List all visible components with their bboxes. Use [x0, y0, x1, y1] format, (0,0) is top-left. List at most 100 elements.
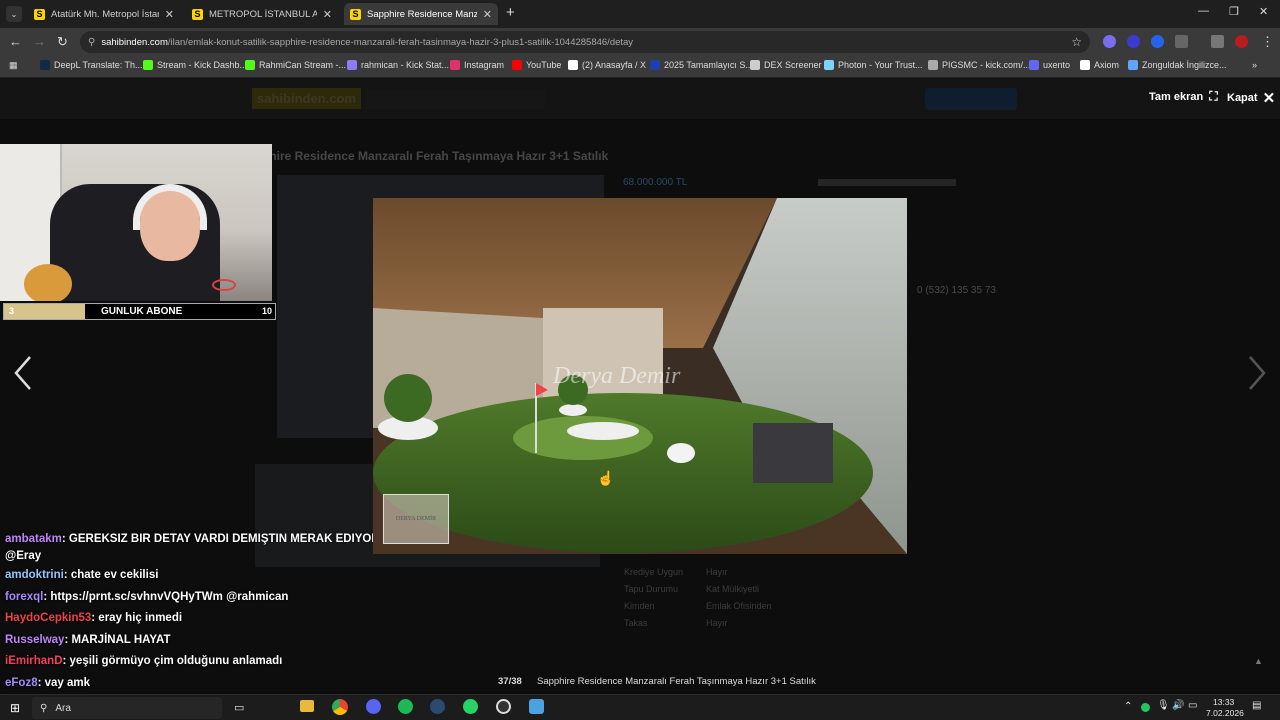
bookmark-label: rahmican - Kick Stat...	[361, 60, 450, 70]
steam-icon[interactable]	[430, 699, 445, 714]
bookmark-label: RahmiCan Stream -...	[259, 60, 347, 70]
close-viewer-button[interactable]: Kapat ✕	[1227, 89, 1275, 107]
extension-3-icon[interactable]	[1151, 35, 1164, 48]
bookmark-item[interactable]: RahmiCan Stream -...	[245, 60, 346, 70]
new-tab-button[interactable]: +	[506, 4, 515, 21]
bookmark-label: Photon - Your Trust...	[838, 60, 923, 70]
taskbar-search[interactable]: ⚲ Ara	[32, 697, 222, 719]
sand-trap	[567, 422, 639, 440]
tab-title: Atatürk Mh. Metropol İstanbul A	[51, 8, 159, 20]
chat-username: amdoktrini	[5, 569, 64, 581]
app-icon[interactable]	[529, 699, 544, 714]
photo-caption: Sapphire Residence Manzaralı Ferah Taşın…	[537, 676, 816, 687]
search-icon: ⚲	[40, 702, 48, 714]
window-close-icon[interactable]: ✕	[1259, 5, 1268, 18]
chat-username: Russelway	[5, 633, 65, 646]
bookmark-label: DeepL Translate: Th...	[54, 60, 143, 70]
menu-kebab-icon[interactable]: ⋮	[1261, 34, 1274, 50]
extension-1-icon[interactable]	[1103, 35, 1116, 48]
tab-3-active[interactable]: S Sapphire Residence Manzaralı F ✕	[344, 3, 498, 25]
bookmark-item[interactable]: DEX Screener	[750, 60, 822, 70]
bookmark-item[interactable]: YouTube	[512, 60, 561, 70]
bookmark-favicon-icon	[750, 60, 760, 70]
close-icon[interactable]: ✕	[323, 8, 332, 21]
tab-search-button[interactable]: ⌄	[6, 6, 22, 22]
reload-icon[interactable]: ↻	[57, 34, 68, 50]
obs-icon[interactable]	[496, 699, 511, 714]
extensions-puzzle-icon[interactable]	[1175, 35, 1188, 48]
bookmark-label: Instagram	[464, 60, 505, 70]
bookmarks-overflow-icon[interactable]: »	[1252, 60, 1257, 70]
scroll-top-icon[interactable]: ▲	[1254, 656, 1263, 666]
bowl-sculpture	[667, 443, 695, 463]
bookmark-favicon-icon	[347, 60, 357, 70]
bookmark-item[interactable]: uxento	[1029, 60, 1070, 70]
bookmark-item[interactable]: Zonguldak İngilizce...	[1128, 60, 1227, 70]
photo-counter: 37/38	[498, 676, 522, 687]
minimize-icon[interactable]: —	[1198, 5, 1209, 17]
media-icon[interactable]	[1211, 35, 1224, 48]
bookmark-label: Zonguldak İngilizce...	[1142, 60, 1227, 70]
discord-icon[interactable]	[366, 699, 381, 714]
tray-chevron-icon[interactable]: ⌃	[1124, 701, 1132, 712]
bookmark-item[interactable]: rahmican - Kick Stat...	[347, 60, 449, 70]
address-bar[interactable]: ⚲ sahibinden.com/ilan/emlak-konut-satili…	[80, 31, 1090, 53]
tray-green-icon[interactable]	[1141, 703, 1150, 712]
volume-icon[interactable]: 🔊	[1172, 700, 1184, 711]
sub-goal-current: 3	[9, 306, 15, 316]
url-domain: sahibinden.com	[101, 36, 168, 48]
profile-avatar-icon[interactable]	[1235, 35, 1248, 48]
tab-2[interactable]: S METROPOL İSTANBUL A BLOK 1... ✕	[186, 3, 338, 25]
clock-time[interactable]: 13:33	[1213, 697, 1234, 707]
next-photo-arrow-icon[interactable]	[1246, 355, 1268, 396]
notification-icon[interactable]: ▤	[1252, 700, 1261, 711]
close-label: Kapat	[1227, 92, 1258, 104]
sub-goal-bar: 3 GUNLUK ABONE 10	[3, 303, 276, 320]
chat-message: eFoz8: vay amk	[5, 673, 445, 695]
tab-1[interactable]: S Atatürk Mh. Metropol İstanbul A ✕	[28, 3, 180, 25]
bookmark-item[interactable]: DeepL Translate: Th...	[40, 60, 143, 70]
apps-grid-icon[interactable]: ▦	[9, 60, 18, 71]
bookmark-label: PIGSMC - kick.com/...	[942, 60, 1031, 70]
watermark-logo-text: DERYA DEMİR	[395, 516, 437, 522]
bookmark-item[interactable]: Instagram	[450, 60, 504, 70]
bookmark-favicon-icon	[450, 60, 460, 70]
bookmark-item[interactable]: Photon - Your Trust...	[824, 60, 923, 70]
post-ad-button	[925, 88, 1017, 110]
clock-date[interactable]: 7.02.2026	[1206, 708, 1244, 718]
back-icon[interactable]: ←	[9, 34, 22, 49]
bookmark-item[interactable]: Axiom	[1080, 60, 1119, 70]
chat-message: Russelway: MARJİNAL HAYAT	[5, 630, 445, 652]
bookmark-item[interactable]: PIGSMC - kick.com/...	[928, 60, 1031, 70]
bookmark-label: uxento	[1043, 60, 1071, 70]
tab-title: Sapphire Residence Manzaralı F	[367, 8, 477, 20]
teddy-bear	[24, 264, 72, 301]
bookmark-item[interactable]: (2) Anasayfa / X	[568, 60, 646, 70]
bookmark-item[interactable]: 2025 Tamamlayıcı S...	[650, 60, 753, 70]
close-icon[interactable]: ✕	[483, 8, 492, 21]
chrome-icon[interactable]	[332, 699, 348, 715]
windows-start-icon[interactable]: ⊞	[10, 701, 20, 715]
whatsapp-icon[interactable]	[463, 699, 478, 714]
chat-username: ambatakm	[5, 533, 62, 545]
search-placeholder: Ara	[55, 702, 71, 714]
task-view-icon[interactable]: ▭	[234, 701, 244, 714]
previous-photo-arrow-icon[interactable]	[12, 355, 34, 396]
spotify-icon[interactable]	[398, 699, 413, 714]
bookmark-favicon-icon	[245, 60, 255, 70]
expand-icon: ⛶	[1209, 89, 1218, 103]
site-info-icon[interactable]: ⚲	[88, 37, 95, 48]
network-icon[interactable]: ▭	[1188, 700, 1197, 711]
bookmark-favicon-icon	[650, 60, 660, 70]
bookmark-star-icon[interactable]: ☆	[1071, 35, 1082, 49]
forward-icon[interactable]: →	[33, 34, 46, 49]
fullscreen-button[interactable]: Tam ekran ⛶	[1149, 89, 1218, 104]
restore-icon[interactable]: ❐	[1229, 5, 1239, 18]
microphone-icon[interactable]: 🎙	[1157, 700, 1170, 711]
lounge-chairs	[753, 423, 833, 483]
extension-2-icon[interactable]	[1127, 35, 1140, 48]
close-icon[interactable]: ✕	[165, 8, 174, 21]
bookmark-item[interactable]: Stream - Kick Dashb...	[143, 60, 247, 70]
file-explorer-icon[interactable]	[300, 700, 314, 712]
gallery-photo[interactable]: Derya Demir DERYA DEMİR ☝	[373, 198, 907, 554]
